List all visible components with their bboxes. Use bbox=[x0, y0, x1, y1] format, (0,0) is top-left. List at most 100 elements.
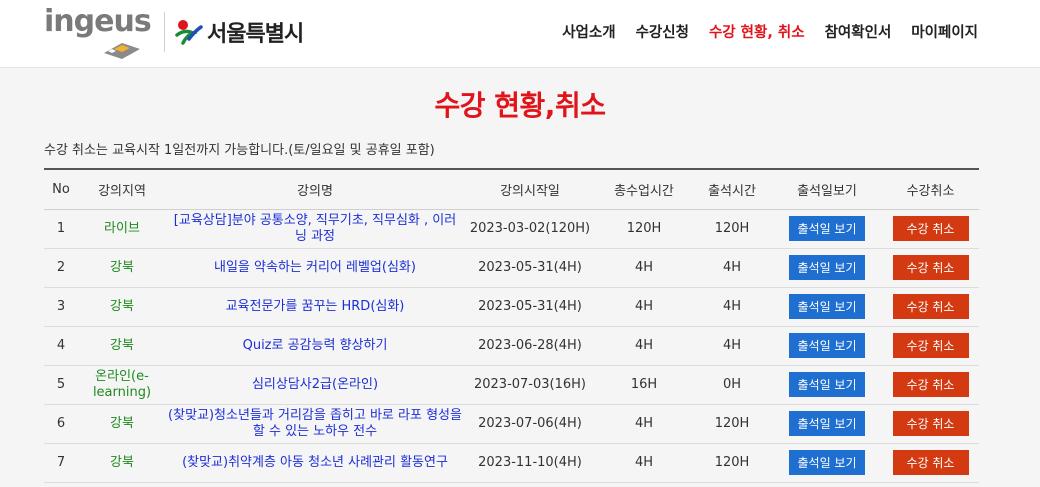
cell-cancel: 수강 취소 bbox=[882, 365, 979, 405]
cell-course-link[interactable]: 교육전문가를 꿈꾸는 HRD(심화) bbox=[166, 287, 464, 327]
table-row: 2 강북 내일을 약속하는 커리어 레벨업(심화) 2023-05-31(4H)… bbox=[44, 248, 979, 288]
cell-course-link[interactable]: (찾맞교)취약계층 아동 청소년 사례관리 활동연구 bbox=[166, 443, 464, 483]
logo-area: ingeus 서울특별시 bbox=[44, 4, 304, 60]
cell-course-link[interactable]: [교육상담]분야 공통소양, 직무기초, 직무심화 , 이러닝 과정 bbox=[166, 209, 464, 249]
seoul-logo-text: 서울특별시 bbox=[207, 22, 304, 47]
cell-course-link[interactable]: 심리상담사2급(온라인) bbox=[166, 365, 464, 405]
cell-attendance: 출석일 보기 bbox=[772, 209, 882, 249]
table-row: 4 강북 Quiz로 공감능력 향상하기 2023-06-28(4H) 4H 4… bbox=[44, 326, 979, 366]
cell-cancel: 수강 취소 bbox=[882, 209, 979, 249]
page-title: 수강 현황,취소 bbox=[434, 89, 606, 122]
table-row: 5 온라인(e-learning) 심리상담사2급(온라인) 2023-07-0… bbox=[44, 365, 979, 405]
cancel-enrollment-button[interactable]: 수강 취소 bbox=[892, 372, 969, 397]
cancel-enrollment-button[interactable]: 수강 취소 bbox=[892, 216, 969, 241]
col-header-attendance-view: 출석일보기 bbox=[772, 168, 882, 210]
col-header-course: 강의명 bbox=[166, 168, 464, 210]
col-header-start-date: 강의시작일 bbox=[464, 168, 596, 210]
cell-no: 1 bbox=[44, 209, 78, 249]
cell-cancel: 수강 취소 bbox=[882, 287, 979, 327]
cell-attendance: 출석일 보기 bbox=[772, 326, 882, 366]
cell-attended-hours: 0H bbox=[692, 365, 772, 405]
cell-start-date: 2023-07-06(4H) bbox=[464, 404, 596, 444]
cell-region: 강북 bbox=[78, 404, 166, 444]
main-nav: 사업소개 수강신청 수강 현황, 취소 참여확인서 마이페이지 bbox=[562, 21, 978, 42]
attendance-view-button[interactable]: 출석일 보기 bbox=[789, 255, 865, 280]
cell-no: 6 bbox=[44, 404, 78, 444]
cell-start-date: 2023-05-31(4H) bbox=[464, 287, 596, 327]
table-row: 1 라이브 [교육상담]분야 공통소양, 직무기초, 직무심화 , 이러닝 과정… bbox=[44, 209, 979, 249]
course-table-wrap: No 강의지역 강의명 강의시작일 총수업시간 출석시간 출석일보기 수강취소 … bbox=[44, 168, 979, 483]
cell-course-link[interactable]: Quiz로 공감능력 향상하기 bbox=[166, 326, 464, 366]
nav-item-certificate[interactable]: 참여확인서 bbox=[825, 21, 892, 42]
attendance-view-button[interactable]: 출석일 보기 bbox=[789, 294, 865, 319]
cell-total-hours: 120H bbox=[596, 209, 692, 249]
cell-cancel: 수강 취소 bbox=[882, 248, 979, 288]
cancel-enrollment-button[interactable]: 수강 취소 bbox=[892, 333, 969, 358]
cell-attendance: 출석일 보기 bbox=[772, 404, 882, 444]
cell-attendance: 출석일 보기 bbox=[772, 443, 882, 483]
attendance-view-button[interactable]: 출석일 보기 bbox=[789, 216, 865, 241]
nav-item-about[interactable]: 사업소개 bbox=[562, 21, 615, 42]
cell-start-date: 2023-07-03(16H) bbox=[464, 365, 596, 405]
table-row: 3 강북 교육전문가를 꿈꾸는 HRD(심화) 2023-05-31(4H) 4… bbox=[44, 287, 979, 327]
cancel-enrollment-button[interactable]: 수강 취소 bbox=[892, 294, 969, 319]
cell-start-date: 2023-06-28(4H) bbox=[464, 326, 596, 366]
cell-course-link[interactable]: 내일을 약속하는 커리어 레벨업(심화) bbox=[166, 248, 464, 288]
cell-total-hours: 4H bbox=[596, 404, 692, 444]
ingeus-logo-text: ingeus bbox=[44, 4, 152, 39]
course-table: No 강의지역 강의명 강의시작일 총수업시간 출석시간 출석일보기 수강취소 … bbox=[44, 168, 979, 483]
cell-attendance: 출석일 보기 bbox=[772, 365, 882, 405]
nav-item-enroll[interactable]: 수강신청 bbox=[636, 21, 689, 42]
col-header-region: 강의지역 bbox=[78, 168, 166, 210]
table-row: 6 강북 (찾맞교)청소년들과 거리감을 좁히고 바로 라포 형성을 할 수 있… bbox=[44, 404, 979, 444]
table-row: 7 강북 (찾맞교)취약계층 아동 청소년 사례관리 활동연구 2023-11-… bbox=[44, 443, 979, 483]
seoul-logo[interactable]: 서울특별시 bbox=[173, 16, 304, 48]
cell-region: 강북 bbox=[78, 248, 166, 288]
col-header-cancel: 수강취소 bbox=[882, 168, 979, 210]
cell-no: 3 bbox=[44, 287, 78, 327]
cell-cancel: 수강 취소 bbox=[882, 326, 979, 366]
cell-start-date: 2023-05-31(4H) bbox=[464, 248, 596, 288]
cancel-enrollment-button[interactable]: 수강 취소 bbox=[892, 255, 969, 280]
cell-total-hours: 4H bbox=[596, 443, 692, 483]
attendance-view-button[interactable]: 출석일 보기 bbox=[789, 333, 865, 358]
cancel-enrollment-button[interactable]: 수강 취소 bbox=[892, 411, 969, 436]
col-header-attended-hours: 출석시간 bbox=[692, 168, 772, 210]
nav-item-status-cancel[interactable]: 수강 현황, 취소 bbox=[709, 21, 805, 42]
cell-no: 5 bbox=[44, 365, 78, 405]
col-header-total-hours: 총수업시간 bbox=[596, 168, 692, 210]
cell-course-link[interactable]: (찾맞교)청소년들과 거리감을 좁히고 바로 라포 형성을 할 수 있는 노하우… bbox=[166, 404, 464, 444]
cell-start-date: 2023-11-10(4H) bbox=[464, 443, 596, 483]
cell-total-hours: 4H bbox=[596, 287, 692, 327]
cell-cancel: 수강 취소 bbox=[882, 443, 979, 483]
cell-region: 강북 bbox=[78, 443, 166, 483]
cell-total-hours: 4H bbox=[596, 326, 692, 366]
cell-start-date: 2023-03-02(120H) bbox=[464, 209, 596, 249]
attendance-view-button[interactable]: 출석일 보기 bbox=[789, 372, 865, 397]
attendance-view-button[interactable]: 출석일 보기 bbox=[789, 450, 865, 475]
cell-no: 7 bbox=[44, 443, 78, 483]
cell-attended-hours: 120H bbox=[692, 404, 772, 444]
cell-no: 2 bbox=[44, 248, 78, 288]
attendance-view-button[interactable]: 출석일 보기 bbox=[789, 411, 865, 436]
cancel-enrollment-button[interactable]: 수강 취소 bbox=[892, 450, 969, 475]
cell-region: 라이브 bbox=[78, 209, 166, 249]
cell-attended-hours: 4H bbox=[692, 248, 772, 288]
cell-no: 4 bbox=[44, 326, 78, 366]
cell-attendance: 출석일 보기 bbox=[772, 248, 882, 288]
cell-total-hours: 4H bbox=[596, 248, 692, 288]
col-header-no: No bbox=[44, 168, 78, 210]
cell-region: 강북 bbox=[78, 287, 166, 327]
cancel-notice: 수강 취소는 교육시작 1일전까지 가능합니다.(토/일요일 및 공휴일 포함) bbox=[44, 143, 435, 158]
ingeus-logo[interactable]: ingeus bbox=[44, 4, 156, 60]
seoul-emblem-icon bbox=[175, 20, 203, 45]
logo-divider bbox=[164, 12, 165, 52]
nav-item-mypage[interactable]: 마이페이지 bbox=[911, 21, 978, 42]
site-header: ingeus 서울특별시 사업소개 수강신청 수강 현황, 취소 참여확인서 마… bbox=[0, 0, 1040, 68]
cell-attended-hours: 4H bbox=[692, 326, 772, 366]
ingeus-logo-mark-icon bbox=[104, 43, 140, 59]
cell-attendance: 출석일 보기 bbox=[772, 287, 882, 327]
cell-total-hours: 16H bbox=[596, 365, 692, 405]
cell-attended-hours: 4H bbox=[692, 287, 772, 327]
table-header-row: No 강의지역 강의명 강의시작일 총수업시간 출석시간 출석일보기 수강취소 bbox=[44, 168, 979, 210]
